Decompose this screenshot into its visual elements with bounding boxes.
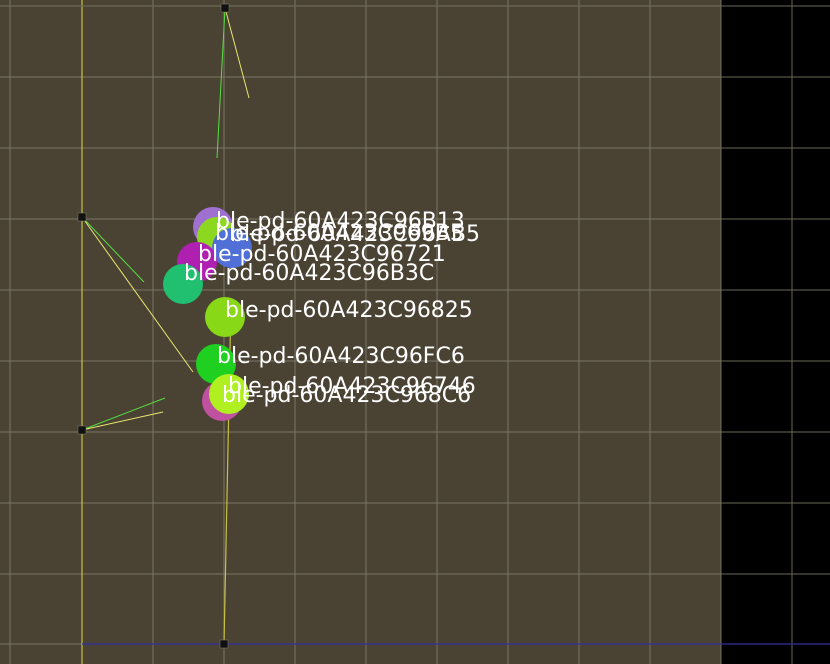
device-label: ble-pd-60A423C96825 <box>225 298 473 323</box>
device-labels: ble-pd-60A423C96B13 ble-pd-60A423C96AB5 … <box>184 209 480 408</box>
anchor-upper-left-marker <box>77 212 87 222</box>
anchor-bottom-marker <box>219 639 229 649</box>
anchor-top-marker <box>220 3 230 13</box>
device-label: ble-pd-60A423C96FC6 <box>217 344 465 369</box>
floor-map[interactable]: ble-pd-60A423C96B13 ble-pd-60A423C96AB5 … <box>0 0 830 664</box>
device-label: ble-pd-60A423C968C6 <box>222 383 471 408</box>
device-label: ble-pd-60A423C96B3C <box>184 261 434 286</box>
floor-area <box>0 0 721 664</box>
anchor-lower-left-marker <box>77 425 87 435</box>
